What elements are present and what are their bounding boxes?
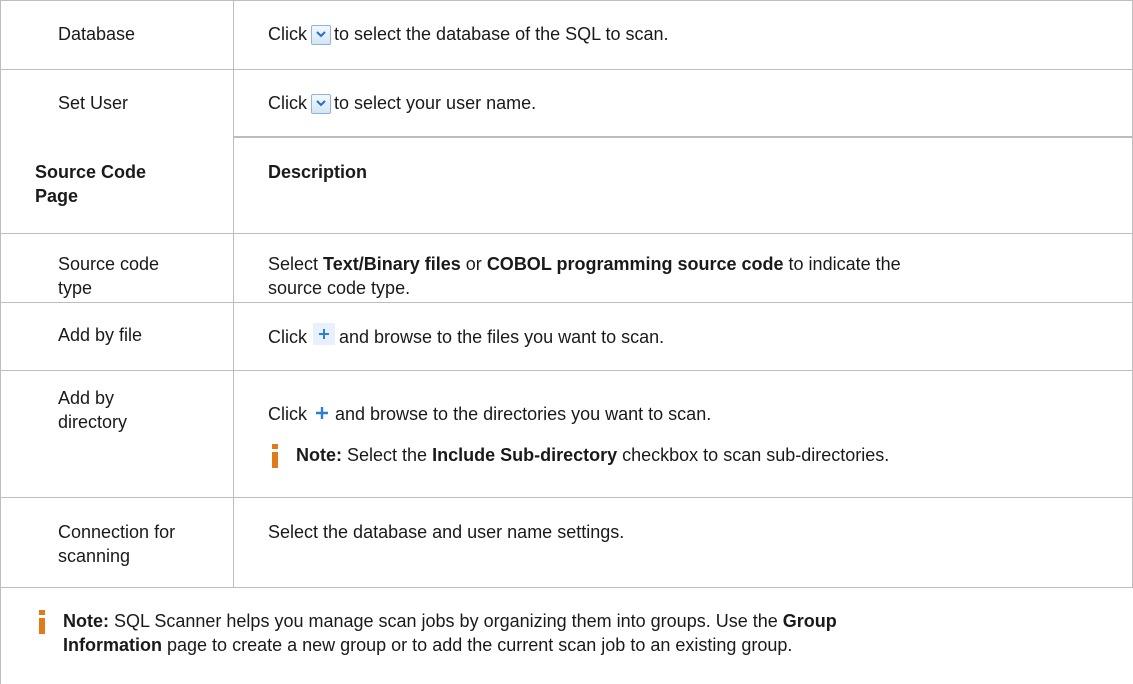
desc-add-by-directory: Click and browse to the directories you w… [268,402,1118,426]
bottom-note: Note: SQL Scanner helps you manage scan … [63,609,1113,657]
desc-text: Select [268,254,319,274]
term-line: type [58,278,93,298]
row-divider [0,69,1133,70]
desc-text: and browse to the files you want to scan… [339,327,665,347]
dropdown-button [311,94,331,114]
option-text-binary: Text/Binary files [323,254,461,274]
desc-text: to indicate the [788,254,901,274]
chevron-down-icon [316,100,326,107]
note-text: Select the [347,445,428,465]
row-divider [0,0,1133,1]
desc-connection-for-scanning: Select the database and user name settin… [268,522,625,542]
desc-text: Click [268,327,307,347]
desc-line: source code type. [268,278,411,298]
note-include-subdirectory: Note: Select the Include Sub-directory c… [296,443,889,467]
desc-text: Click [268,24,307,44]
row-divider [0,497,1133,498]
note-line: Note: SQL Scanner helps you manage scan … [63,609,1113,633]
chevron-down-icon [316,31,326,38]
term-line: scanning [58,546,131,566]
header-line: Page [35,186,79,206]
plus-icon [316,407,328,419]
column-divider [233,0,234,587]
term-line: directory [58,412,128,432]
note-text: checkbox to scan sub-directories. [622,445,890,465]
term-line: Add by [58,388,115,408]
term-line: Connection for [58,522,176,542]
term-add-by-file: Add by file [58,325,143,345]
term-set-user: Set User [58,93,129,113]
term-add-by-directory: Add by directory [58,386,218,434]
desc-text: and browse to the directories you want t… [335,404,712,424]
desc-set-user: Click to select your user name. [268,91,1118,115]
row-divider [233,136,1133,138]
desc-text: to select the database of the SQL to sca… [334,24,669,44]
desc-line: Select Text/Binary files or COBOL progra… [268,252,1118,276]
term-source-code-type: Source code type [58,252,218,300]
header-description: Description [268,162,368,182]
info-icon [272,444,278,468]
info-icon [39,610,45,634]
plus-icon [313,323,335,345]
note-text: page to create a new group or to add the… [167,635,793,655]
header-line: Source Code [35,162,147,182]
desc-text: Click [268,93,307,113]
note-bold: Information [63,635,162,655]
term-line: Source code [58,254,160,274]
desc-text: Click [268,404,307,424]
header-source-code-page: Source Code Page [35,160,225,208]
desc-database: Click to select the database of the SQL t… [268,22,1118,46]
note-bold: Include Sub-directory [432,445,618,465]
note-label: Note: [296,445,342,465]
desc-text: to select your user name. [334,93,537,113]
desc-source-code-type: Select Text/Binary files or COBOL progra… [268,252,1118,300]
table-left-border [0,0,1,684]
desc-text: or [465,254,482,274]
desc-add-by-file: Click and browse to the files you want to… [268,323,1118,349]
note-bold: Group [782,611,837,631]
row-divider [0,587,1133,588]
row-divider [0,233,1133,234]
note-label: Note: [63,611,109,631]
dropdown-button [311,25,331,45]
note-line: Information page to create a new group o… [63,633,1113,657]
row-divider [0,370,1133,371]
option-cobol: COBOL programming source code [486,254,784,274]
term-connection-for-scanning: Connection for scanning [58,520,218,568]
note-text: SQL Scanner helps you manage scan jobs b… [114,611,778,631]
term-database: Database [58,24,136,44]
row-divider [0,302,1133,303]
